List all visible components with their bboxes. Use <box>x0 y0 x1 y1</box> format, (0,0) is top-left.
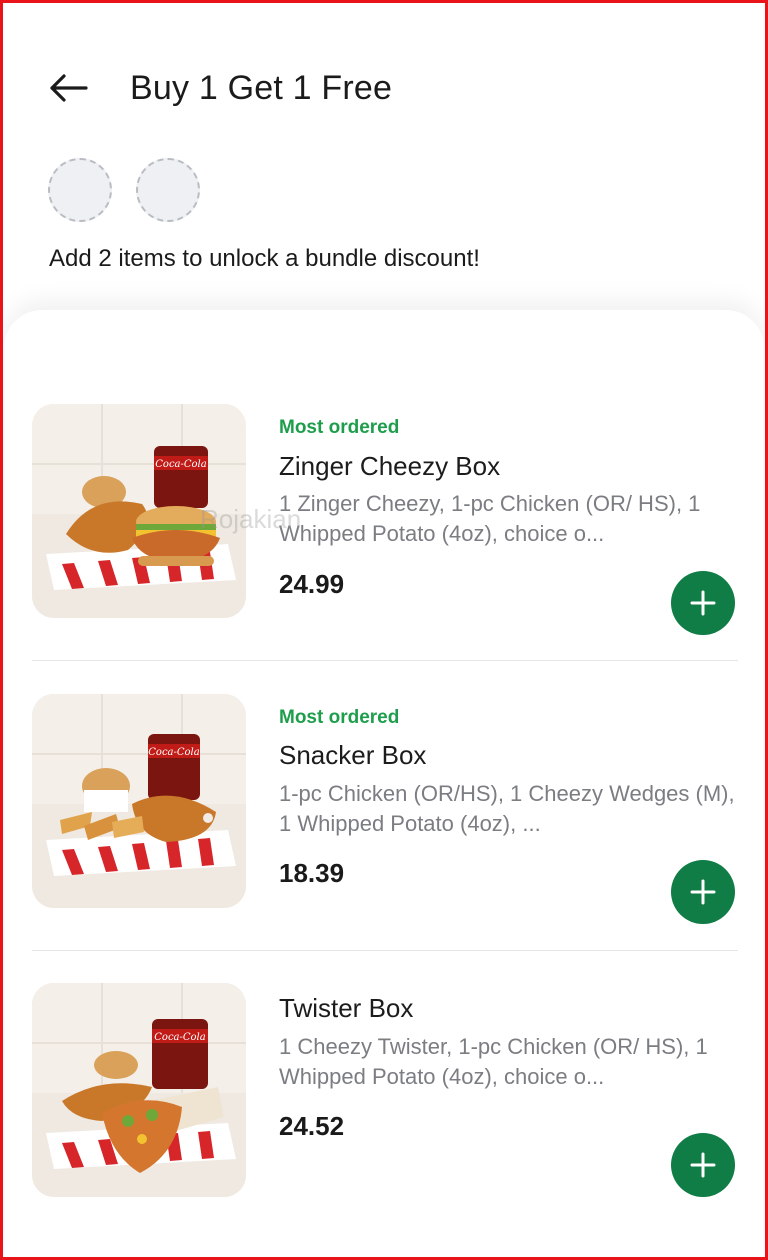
bundle-slot-1 <box>48 158 112 222</box>
item-image: Coca-Cola <box>32 983 246 1197</box>
item-name: Twister Box <box>279 993 414 1023</box>
item-name: Snacker Box <box>279 740 427 770</box>
svg-text:Coca-Cola: Coca-Cola <box>154 1032 205 1043</box>
item-price: 24.52 <box>279 1111 345 1141</box>
item-tag: Most ordered <box>279 707 400 728</box>
header-section: Buy 1 Get 1 Free Add 2 items to unlock a… <box>0 0 768 330</box>
bundle-message: Add 2 items to unlock a bundle discount! <box>49 245 480 272</box>
add-item-button[interactable] <box>671 860 735 924</box>
plus-icon <box>690 590 716 616</box>
item-description: 1 Cheezy Twister, 1-pc Chicken (OR/ HS),… <box>279 1034 708 1089</box>
add-item-button[interactable] <box>671 1133 735 1197</box>
svg-text:Coca-Cola: Coca-Cola <box>155 459 206 470</box>
item-name: Zinger Cheezy Box <box>279 451 501 481</box>
watermark: Rojakian <box>200 504 302 534</box>
arrow-left-icon <box>50 74 88 102</box>
item-image: Coca-Cola <box>32 694 246 908</box>
divider <box>32 950 738 951</box>
add-item-button[interactable] <box>671 571 735 635</box>
plus-icon <box>690 879 716 905</box>
item-description: 1-pc Chicken (OR/HS), 1 Cheezy Wedges (M… <box>279 781 735 836</box>
item-price: 24.99 <box>279 569 345 599</box>
page-title: Buy 1 Get 1 Free <box>130 69 393 107</box>
item-description: 1 Zinger Cheezy, 1-pc Chicken (OR/ HS), … <box>279 491 701 546</box>
menu-item-list: Coca-Cola Most ordered Zinger Cheezy Box… <box>4 310 764 1256</box>
item-price: 18.39 <box>279 858 345 888</box>
plus-icon <box>690 1152 716 1178</box>
bundle-slot-2 <box>136 158 200 222</box>
item-tag: Most ordered <box>279 417 400 438</box>
svg-text:Coca-Cola: Coca-Cola <box>148 747 199 758</box>
back-button[interactable] <box>44 66 92 110</box>
divider <box>32 660 738 661</box>
